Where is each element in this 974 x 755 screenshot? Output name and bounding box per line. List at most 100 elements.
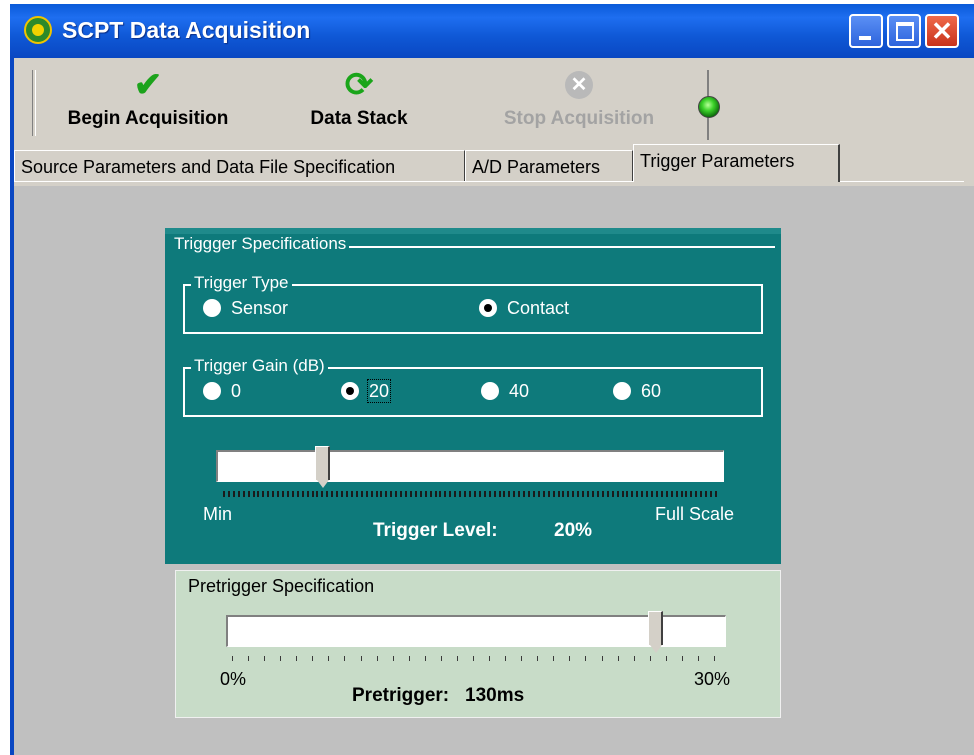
tick-mark [505, 656, 506, 661]
tick-mark [223, 491, 225, 497]
radio-dot [203, 381, 221, 400]
title-bar[interactable]: SCPT Data Acquisition ✕ [10, 4, 974, 58]
pretrigger-slider-thumb[interactable] [648, 611, 663, 653]
tick-mark [312, 656, 313, 661]
minimize-button[interactable] [849, 14, 883, 48]
tick-mark [523, 491, 525, 497]
tick-mark [553, 656, 554, 661]
trigger-gain-0-radio[interactable]: 0 [203, 381, 241, 401]
trigger-gain-group: Trigger Gain (dB) 0 20 40 60 [183, 356, 763, 417]
tick-mark [469, 491, 471, 497]
tick-mark [376, 491, 378, 497]
tick-mark [612, 491, 614, 497]
tick-mark [553, 491, 555, 497]
trigger-level-slider-thumb[interactable] [315, 446, 330, 488]
app-logo-icon [24, 16, 52, 44]
trigger-type-group: Trigger Type Sensor Contact [183, 273, 763, 334]
trigger-min-label: Min [203, 504, 233, 524]
tick-mark [253, 491, 255, 497]
tab-ad-parameters[interactable]: A/D Parameters [465, 150, 633, 182]
tick-mark [682, 656, 683, 661]
tick-mark [248, 491, 250, 497]
radio-label: 0 [231, 381, 242, 401]
tick-mark [685, 491, 687, 497]
data-stack-button[interactable]: ⟳ Data Stack [294, 68, 424, 130]
tab-trigger-parameters[interactable]: Trigger Parameters [633, 144, 840, 182]
tick-mark [307, 491, 309, 497]
tick-mark [494, 491, 496, 497]
tick-mark [548, 491, 550, 497]
radio-label: Contact [507, 298, 570, 318]
tick-mark [302, 491, 304, 497]
tick-mark [248, 656, 249, 661]
tick-mark [441, 656, 442, 661]
tick-mark [400, 491, 402, 497]
radio-label: 40 [509, 381, 530, 401]
tick-mark [618, 656, 619, 661]
tick-mark [361, 491, 363, 497]
tick-mark [690, 491, 692, 497]
radio-dot-selected [479, 298, 497, 317]
trigger-gain-40-radio[interactable]: 40 [481, 381, 529, 401]
tick-mark [272, 491, 274, 497]
maximize-button[interactable] [887, 14, 921, 48]
tick-mark [567, 491, 569, 497]
tick-mark [380, 491, 382, 497]
toolbar-grip[interactable] [32, 70, 36, 136]
tick-mark [666, 656, 667, 661]
tick-mark [287, 491, 289, 497]
tick-mark [435, 491, 437, 497]
tick-mark [474, 491, 476, 497]
tab-source-parameters[interactable]: Source Parameters and Data File Specific… [14, 150, 465, 182]
trigger-level-label: Trigger Level: [373, 520, 498, 541]
pretrigger-min-label: 0% [220, 669, 247, 689]
tick-mark [395, 491, 397, 497]
trigger-max-label: Full Scale [655, 504, 735, 524]
trigger-level-ticks [223, 491, 717, 499]
tick-mark [361, 656, 362, 661]
stop-acquisition-button[interactable]: ✕ Stop Acquisition [484, 68, 674, 130]
tick-mark [297, 491, 299, 497]
tick-mark [508, 491, 510, 497]
tick-mark [425, 656, 426, 661]
tick-mark [454, 491, 456, 497]
tick-mark [626, 491, 628, 497]
close-button[interactable]: ✕ [925, 14, 959, 48]
tick-mark [489, 491, 491, 497]
trigger-level-slider-track[interactable] [216, 450, 724, 482]
tick-mark [528, 491, 530, 497]
tick-mark [459, 491, 461, 497]
tick-mark [671, 491, 673, 497]
data-stack-label: Data Stack [310, 108, 408, 129]
tick-mark [390, 491, 392, 497]
trigger-type-contact-radio[interactable]: Contact [479, 298, 569, 318]
tick-mark [661, 491, 663, 497]
pretrigger-label: Pretrigger: [352, 685, 450, 706]
tick-mark [714, 656, 715, 661]
trigger-type-sensor-radio[interactable]: Sensor [203, 298, 288, 318]
begin-acquisition-button[interactable]: ✔ Begin Acquisition [50, 68, 246, 130]
status-light-icon [698, 96, 720, 118]
tick-mark [602, 656, 603, 661]
trigger-level-value: 20% [554, 520, 593, 541]
trigger-specifications-title: Triggger Specifications [171, 234, 350, 254]
begin-acquisition-label: Begin Acquisition [67, 108, 229, 129]
trigger-gain-60-radio[interactable]: 60 [613, 381, 661, 401]
tick-mark [585, 656, 586, 661]
tick-mark [257, 491, 259, 497]
tick-mark [499, 491, 501, 497]
radio-label: 20 [366, 379, 392, 403]
tick-mark [292, 491, 294, 497]
tick-mark [393, 656, 394, 661]
tick-mark [326, 491, 328, 497]
pretrigger-title: Pretrigger Specification [188, 576, 375, 596]
tick-mark [602, 491, 604, 497]
tick-mark [651, 491, 653, 497]
trigger-gain-20-radio[interactable]: 20 [341, 379, 392, 403]
tick-mark [385, 491, 387, 497]
tick-mark [641, 491, 643, 497]
tick-mark [321, 491, 323, 497]
tick-mark [558, 491, 560, 497]
tick-mark [457, 656, 458, 661]
close-icon: ✕ [931, 16, 953, 46]
